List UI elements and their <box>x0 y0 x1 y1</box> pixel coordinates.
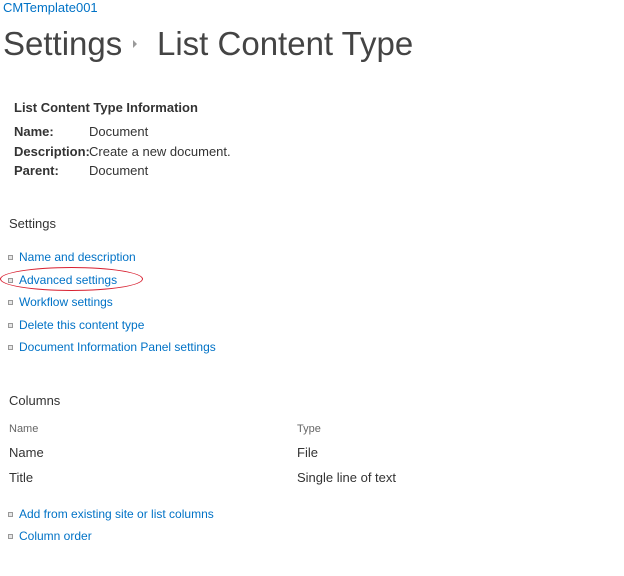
name-value: Document <box>89 124 149 139</box>
title-column-link[interactable]: Title <box>9 470 33 486</box>
bullet-icon <box>8 254 13 260</box>
settings-item-workflow[interactable]: Workflow settings <box>8 294 113 310</box>
advanced-settings-link[interactable]: Advanced settings <box>19 272 117 288</box>
breadcrumb-arrow-icon <box>133 40 137 48</box>
column-header-name: Name <box>9 423 39 435</box>
description-value: Create a new document. <box>89 144 231 159</box>
column-header-type: Type <box>297 423 321 435</box>
table-row-name-cell: Name <box>9 445 44 460</box>
bullet-icon <box>8 533 13 539</box>
delete-content-type-link[interactable]: Delete this content type <box>19 317 144 333</box>
bullet-icon <box>8 511 13 517</box>
parent-label: Parent: <box>14 163 59 178</box>
add-existing-columns-link[interactable]: Add from existing site or list columns <box>19 506 214 522</box>
page: CMTemplate001 Settings List Content Type… <box>0 0 624 576</box>
columns-item-order[interactable]: Column order <box>8 528 92 544</box>
page-title-section[interactable]: Settings <box>3 24 122 64</box>
bullet-icon <box>8 277 13 283</box>
parent-link[interactable]: Document <box>89 163 148 179</box>
table-row-type-cell: Single line of text <box>297 470 397 485</box>
page-title: List Content Type <box>157 25 414 62</box>
bullet-icon <box>8 322 13 328</box>
info-heading: List Content Type Information <box>14 100 198 115</box>
settings-item-dip[interactable]: Document Information Panel settings <box>8 339 216 355</box>
site-link[interactable]: CMTemplate001 <box>3 0 98 16</box>
document-information-panel-link[interactable]: Document Information Panel settings <box>19 339 216 355</box>
settings-item-name-description[interactable]: Name and description <box>8 249 136 265</box>
name-description-link[interactable]: Name and description <box>19 249 136 265</box>
settings-item-advanced[interactable]: Advanced settings <box>8 272 117 288</box>
columns-section-title: Columns <box>9 393 61 408</box>
workflow-settings-link[interactable]: Workflow settings <box>19 294 113 310</box>
name-label: Name: <box>14 124 54 139</box>
description-label: Description: <box>14 144 90 159</box>
settings-section-title: Settings <box>9 216 56 231</box>
bullet-icon <box>8 299 13 305</box>
columns-item-add-existing[interactable]: Add from existing site or list columns <box>8 506 214 522</box>
table-row-type-cell: File <box>297 445 318 460</box>
settings-item-delete[interactable]: Delete this content type <box>8 317 144 333</box>
column-order-link[interactable]: Column order <box>19 528 92 544</box>
bullet-icon <box>8 344 13 350</box>
